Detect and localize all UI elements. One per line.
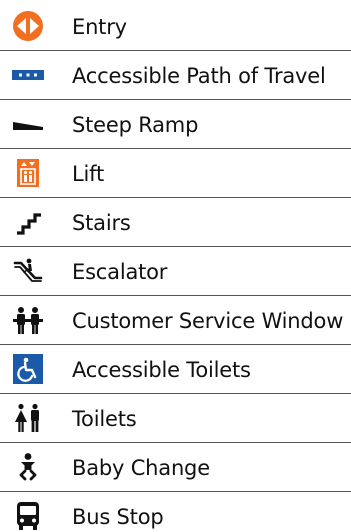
legend-label: Stairs — [72, 211, 131, 235]
toilets-icon — [12, 402, 44, 434]
legend-item-stairs: Stairs — [0, 198, 351, 247]
bus-stop-icon — [12, 500, 44, 532]
legend-label: Escalator — [72, 260, 168, 284]
legend-item-accessible-toilets: Accessible Toilets — [0, 345, 351, 394]
legend-label: Accessible Path of Travel — [72, 64, 326, 88]
legend-label: Accessible Toilets — [72, 358, 251, 382]
legend-item-steep-ramp: Steep Ramp — [0, 100, 351, 149]
escalator-icon — [12, 255, 44, 287]
legend-item-bus-stop: Bus Stop — [0, 492, 351, 532]
legend-label: Steep Ramp — [72, 113, 199, 137]
legend-item-toilets: Toilets — [0, 394, 351, 443]
stairs-icon — [12, 206, 44, 238]
legend-item-lift: Lift — [0, 149, 351, 198]
lift-icon — [12, 157, 44, 189]
customer-service-icon — [12, 304, 44, 336]
accessible-path-icon — [12, 59, 44, 91]
accessible-toilet-icon — [12, 353, 44, 385]
legend-label: Lift — [72, 162, 104, 186]
legend-label: Customer Service Window — [72, 309, 344, 333]
legend-item-baby-change: Baby Change — [0, 443, 351, 492]
legend-label: Entry — [72, 15, 127, 39]
baby-change-icon — [12, 451, 44, 483]
legend-item-accessible-path: Accessible Path of Travel — [0, 51, 351, 100]
legend-item-escalator: Escalator — [0, 247, 351, 296]
legend-label: Baby Change — [72, 456, 210, 480]
symbol-legend: Entry Accessible Path of Travel Steep Ra… — [0, 0, 351, 532]
entry-icon — [12, 10, 44, 42]
legend-label: Bus Stop — [72, 505, 164, 529]
legend-item-entry: Entry — [0, 2, 351, 51]
legend-item-customer-service: Customer Service Window — [0, 296, 351, 345]
steep-ramp-icon — [12, 108, 44, 140]
legend-label: Toilets — [72, 407, 137, 431]
